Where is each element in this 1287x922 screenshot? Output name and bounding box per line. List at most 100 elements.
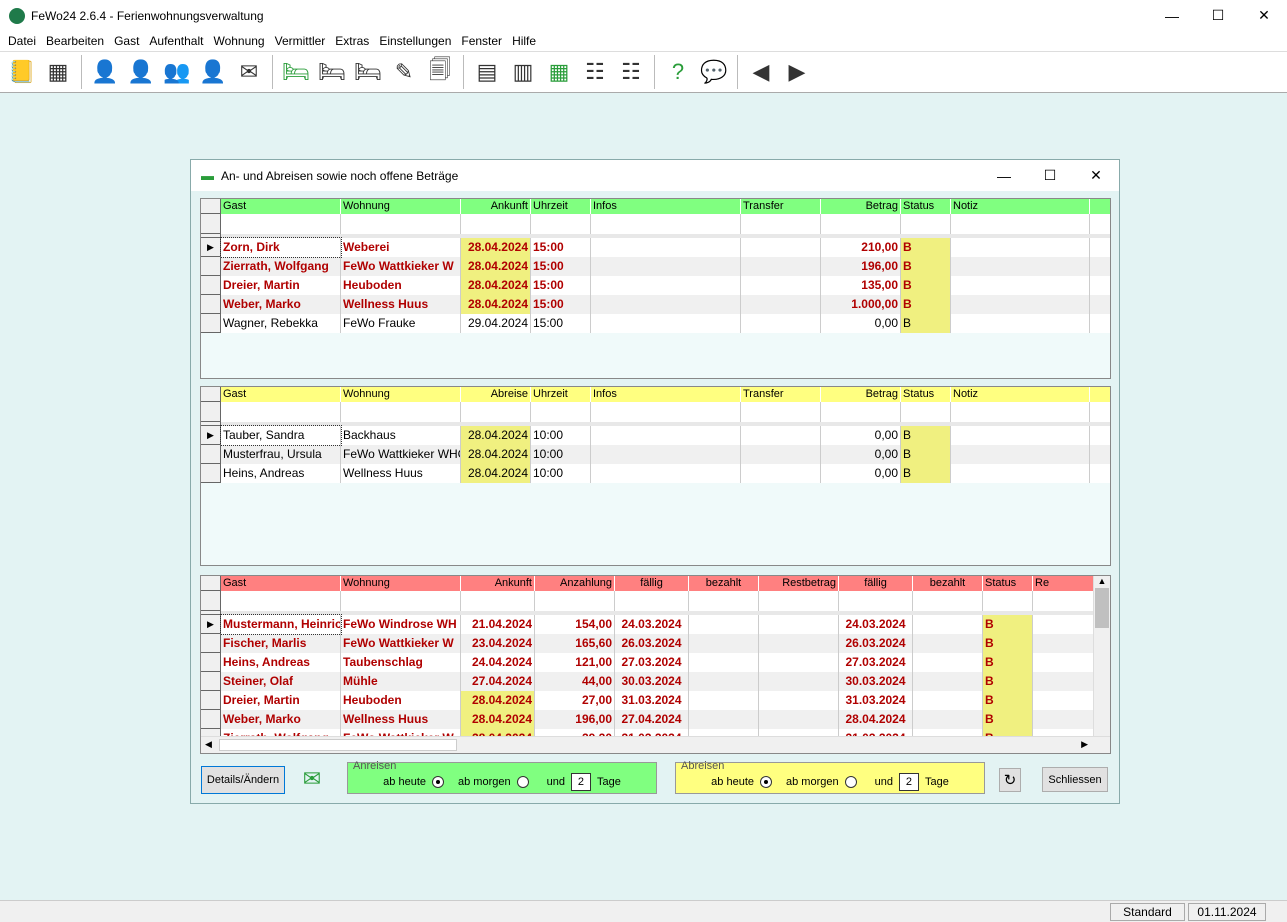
menu-extras[interactable]: Extras — [330, 31, 374, 51]
add-guest-icon[interactable]: 👤 — [89, 56, 121, 88]
column-header-transfer[interactable]: Transfer — [741, 387, 821, 402]
table-row[interactable]: Heins, Andreas Wellness Huus 28.04.2024 10:… — [201, 464, 1110, 483]
row-header[interactable] — [201, 445, 221, 464]
anreisen-days-input[interactable]: 2 — [570, 773, 591, 791]
contacts-check-icon[interactable]: ☷ — [579, 56, 611, 88]
column-header-re[interactable]: Re — [1033, 576, 1094, 591]
arrivals-grid[interactable]: Gast Wohnung Ankunft Uhrzeit Infos Transfer Be… — [200, 198, 1111, 379]
apartment-check-icon[interactable]: ▤ — [471, 56, 503, 88]
close-button[interactable]: ✕ — [1241, 0, 1287, 31]
column-header-anzahlung[interactable]: Anzahlung — [535, 576, 615, 591]
table-row[interactable]: ▶ Zorn, Dirk Weberei 28.04.2024 15:00 210,00 B — [201, 237, 1110, 258]
row-header[interactable]: ▶ — [201, 615, 221, 634]
dialog-maximize-button[interactable]: ☐ — [1027, 160, 1073, 191]
table-row[interactable]: Wagner, Rebekka FeWo Frauke 29.04.2024 15:0… — [201, 314, 1110, 333]
table-row[interactable]: Fischer, Marlis FeWo Wattkieker W 23.04.20… — [201, 634, 1110, 653]
row-header[interactable] — [201, 691, 221, 710]
menu-aufenthalt[interactable]: Aufenthalt — [144, 31, 208, 51]
menu-datei[interactable]: Datei — [3, 31, 41, 51]
guest-phone-icon[interactable]: 👤 — [197, 56, 229, 88]
column-header-status[interactable]: Status — [983, 576, 1033, 591]
menu-gast[interactable]: Gast — [109, 31, 144, 51]
menu-fenster[interactable]: Fenster — [456, 31, 507, 51]
table-row[interactable]: Weber, Marko Wellness Huus 28.04.2024 196,0… — [201, 710, 1110, 729]
column-header-ankunft[interactable]: Ankunft — [461, 199, 531, 214]
table-row[interactable]: Dreier, Martin Heuboden 28.04.2024 15:00 135… — [201, 276, 1110, 295]
column-header-uhrzeit[interactable]: Uhrzeit — [531, 199, 591, 214]
row-header[interactable] — [201, 710, 221, 729]
column-header-notiz[interactable]: Notiz — [951, 387, 1090, 402]
dialog-minimize-button[interactable]: — — [981, 160, 1027, 191]
column-header-bezahlt[interactable]: bezahlt — [689, 576, 759, 591]
abreisen-days-input[interactable]: 2 — [898, 773, 919, 791]
anreisen-ab-heute-radio[interactable] — [432, 776, 444, 788]
abreisen-ab-morgen-radio[interactable] — [844, 776, 857, 788]
abreisen-ab-heute-radio[interactable] — [760, 776, 772, 788]
guest-check-icon[interactable]: 👤 — [125, 56, 157, 88]
mail-icon[interactable]: ✉ — [233, 56, 265, 88]
table-row[interactable]: Zierrath, WolfgangFeWo Wattkieker W28.04… — [201, 257, 1110, 276]
column-header-gast[interactable]: Gast — [221, 199, 341, 214]
column-header-restbetrag[interactable]: Restbetrag — [759, 576, 839, 591]
feedback-icon[interactable]: 💬 — [698, 56, 730, 88]
close-dialog-button[interactable]: Schliessen — [1042, 767, 1108, 792]
table-row[interactable]: Weber, Marko Wellness Huus 28.04.2024 15:00… — [201, 295, 1110, 314]
address-book-icon[interactable]: 📒 — [6, 56, 38, 88]
column-header-infos[interactable]: Infos — [591, 387, 741, 402]
table-row[interactable]: Heins, Andreas Taubenschlag 24.04.2024 121,… — [201, 653, 1110, 672]
guests-icon[interactable]: 👥 — [161, 56, 193, 88]
column-header-ankunft[interactable]: Ankunft — [461, 576, 535, 591]
row-header[interactable]: ▶ — [201, 426, 221, 445]
column-header-fällig[interactable]: fällig — [839, 576, 913, 591]
row-header[interactable] — [201, 634, 221, 653]
dialog-close-button[interactable]: ✕ — [1073, 160, 1119, 191]
maximize-button[interactable]: ☐ — [1195, 0, 1241, 31]
help-icon[interactable]: ? — [662, 56, 694, 88]
column-header-abreise[interactable]: Abreise — [461, 387, 531, 402]
back-arrow-icon[interactable]: ◀ — [745, 56, 777, 88]
column-header-infos[interactable]: Infos — [591, 199, 741, 214]
menu-hilfe[interactable]: Hilfe — [507, 31, 541, 51]
column-header-bezahlt[interactable]: bezahlt — [913, 576, 983, 591]
row-header[interactable]: ▶ — [201, 238, 221, 257]
floorplan-icon[interactable]: ▥ — [507, 56, 539, 88]
minimize-button[interactable]: — — [1149, 0, 1195, 31]
menu-vermittler[interactable]: Vermittler — [270, 31, 331, 51]
column-header-uhrzeit[interactable]: Uhrzeit — [531, 387, 591, 402]
add-booking-icon[interactable]: 🛏 — [280, 56, 312, 88]
row-header[interactable] — [201, 257, 221, 276]
column-header-fällig[interactable]: fällig — [615, 576, 689, 591]
menu-einstellungen[interactable]: Einstellungen — [374, 31, 456, 51]
forward-arrow-icon[interactable]: ▶ — [781, 56, 813, 88]
column-header-betrag[interactable]: Betrag — [821, 199, 901, 214]
column-header-status[interactable]: Status — [901, 387, 951, 402]
vertical-scrollbar[interactable]: ▲ — [1093, 576, 1110, 736]
row-header[interactable] — [201, 295, 221, 314]
departures-grid[interactable]: Gast Wohnung Abreise Uhrzeit Infos Transfer Be… — [200, 386, 1111, 566]
open-amounts-grid[interactable]: Gast Wohnung Ankunft Anzahlung fällig bezahlt… — [200, 575, 1111, 754]
table-row[interactable]: ▶ Tauber, Sandra Backhaus 28.04.2024 10:00 0,… — [201, 425, 1110, 446]
menu-wohnung[interactable]: Wohnung — [208, 31, 269, 51]
row-header[interactable] — [201, 672, 221, 691]
column-header-betrag[interactable]: Betrag — [821, 387, 901, 402]
row-header[interactable] — [201, 653, 221, 672]
table-row[interactable]: ▶ Mustermann, Heinric FeWo Windrose WH 21.0… — [201, 614, 1110, 635]
column-header-wohnung[interactable]: Wohnung — [341, 199, 461, 214]
details-button[interactable]: Details/Ändern — [201, 766, 285, 794]
column-header-transfer[interactable]: Transfer — [741, 199, 821, 214]
column-header-wohnung[interactable]: Wohnung — [341, 387, 461, 402]
refresh-button[interactable]: ↻ — [999, 768, 1021, 792]
table-row[interactable]: Dreier, Martin Heuboden 28.04.2024 27,00 31.… — [201, 691, 1110, 710]
column-header-status[interactable]: Status — [901, 199, 951, 214]
bed-icon[interactable]: 🛏 — [352, 56, 384, 88]
menu-bearbeiten[interactable]: Bearbeiten — [41, 31, 109, 51]
row-header[interactable] — [201, 314, 221, 333]
contact-card-icon[interactable]: ☷ — [615, 56, 647, 88]
anreisen-ab-morgen-radio[interactable] — [516, 776, 529, 788]
column-header-notiz[interactable]: Notiz — [951, 199, 1090, 214]
column-header-gast[interactable]: Gast — [221, 387, 341, 402]
booking-check-icon[interactable]: 🛏 — [316, 56, 348, 88]
documents-icon[interactable]: 🗐 — [424, 56, 456, 88]
column-header-gast[interactable]: Gast — [221, 576, 341, 591]
horizontal-scrollbar[interactable]: ◀ ▶ — [201, 736, 1110, 753]
